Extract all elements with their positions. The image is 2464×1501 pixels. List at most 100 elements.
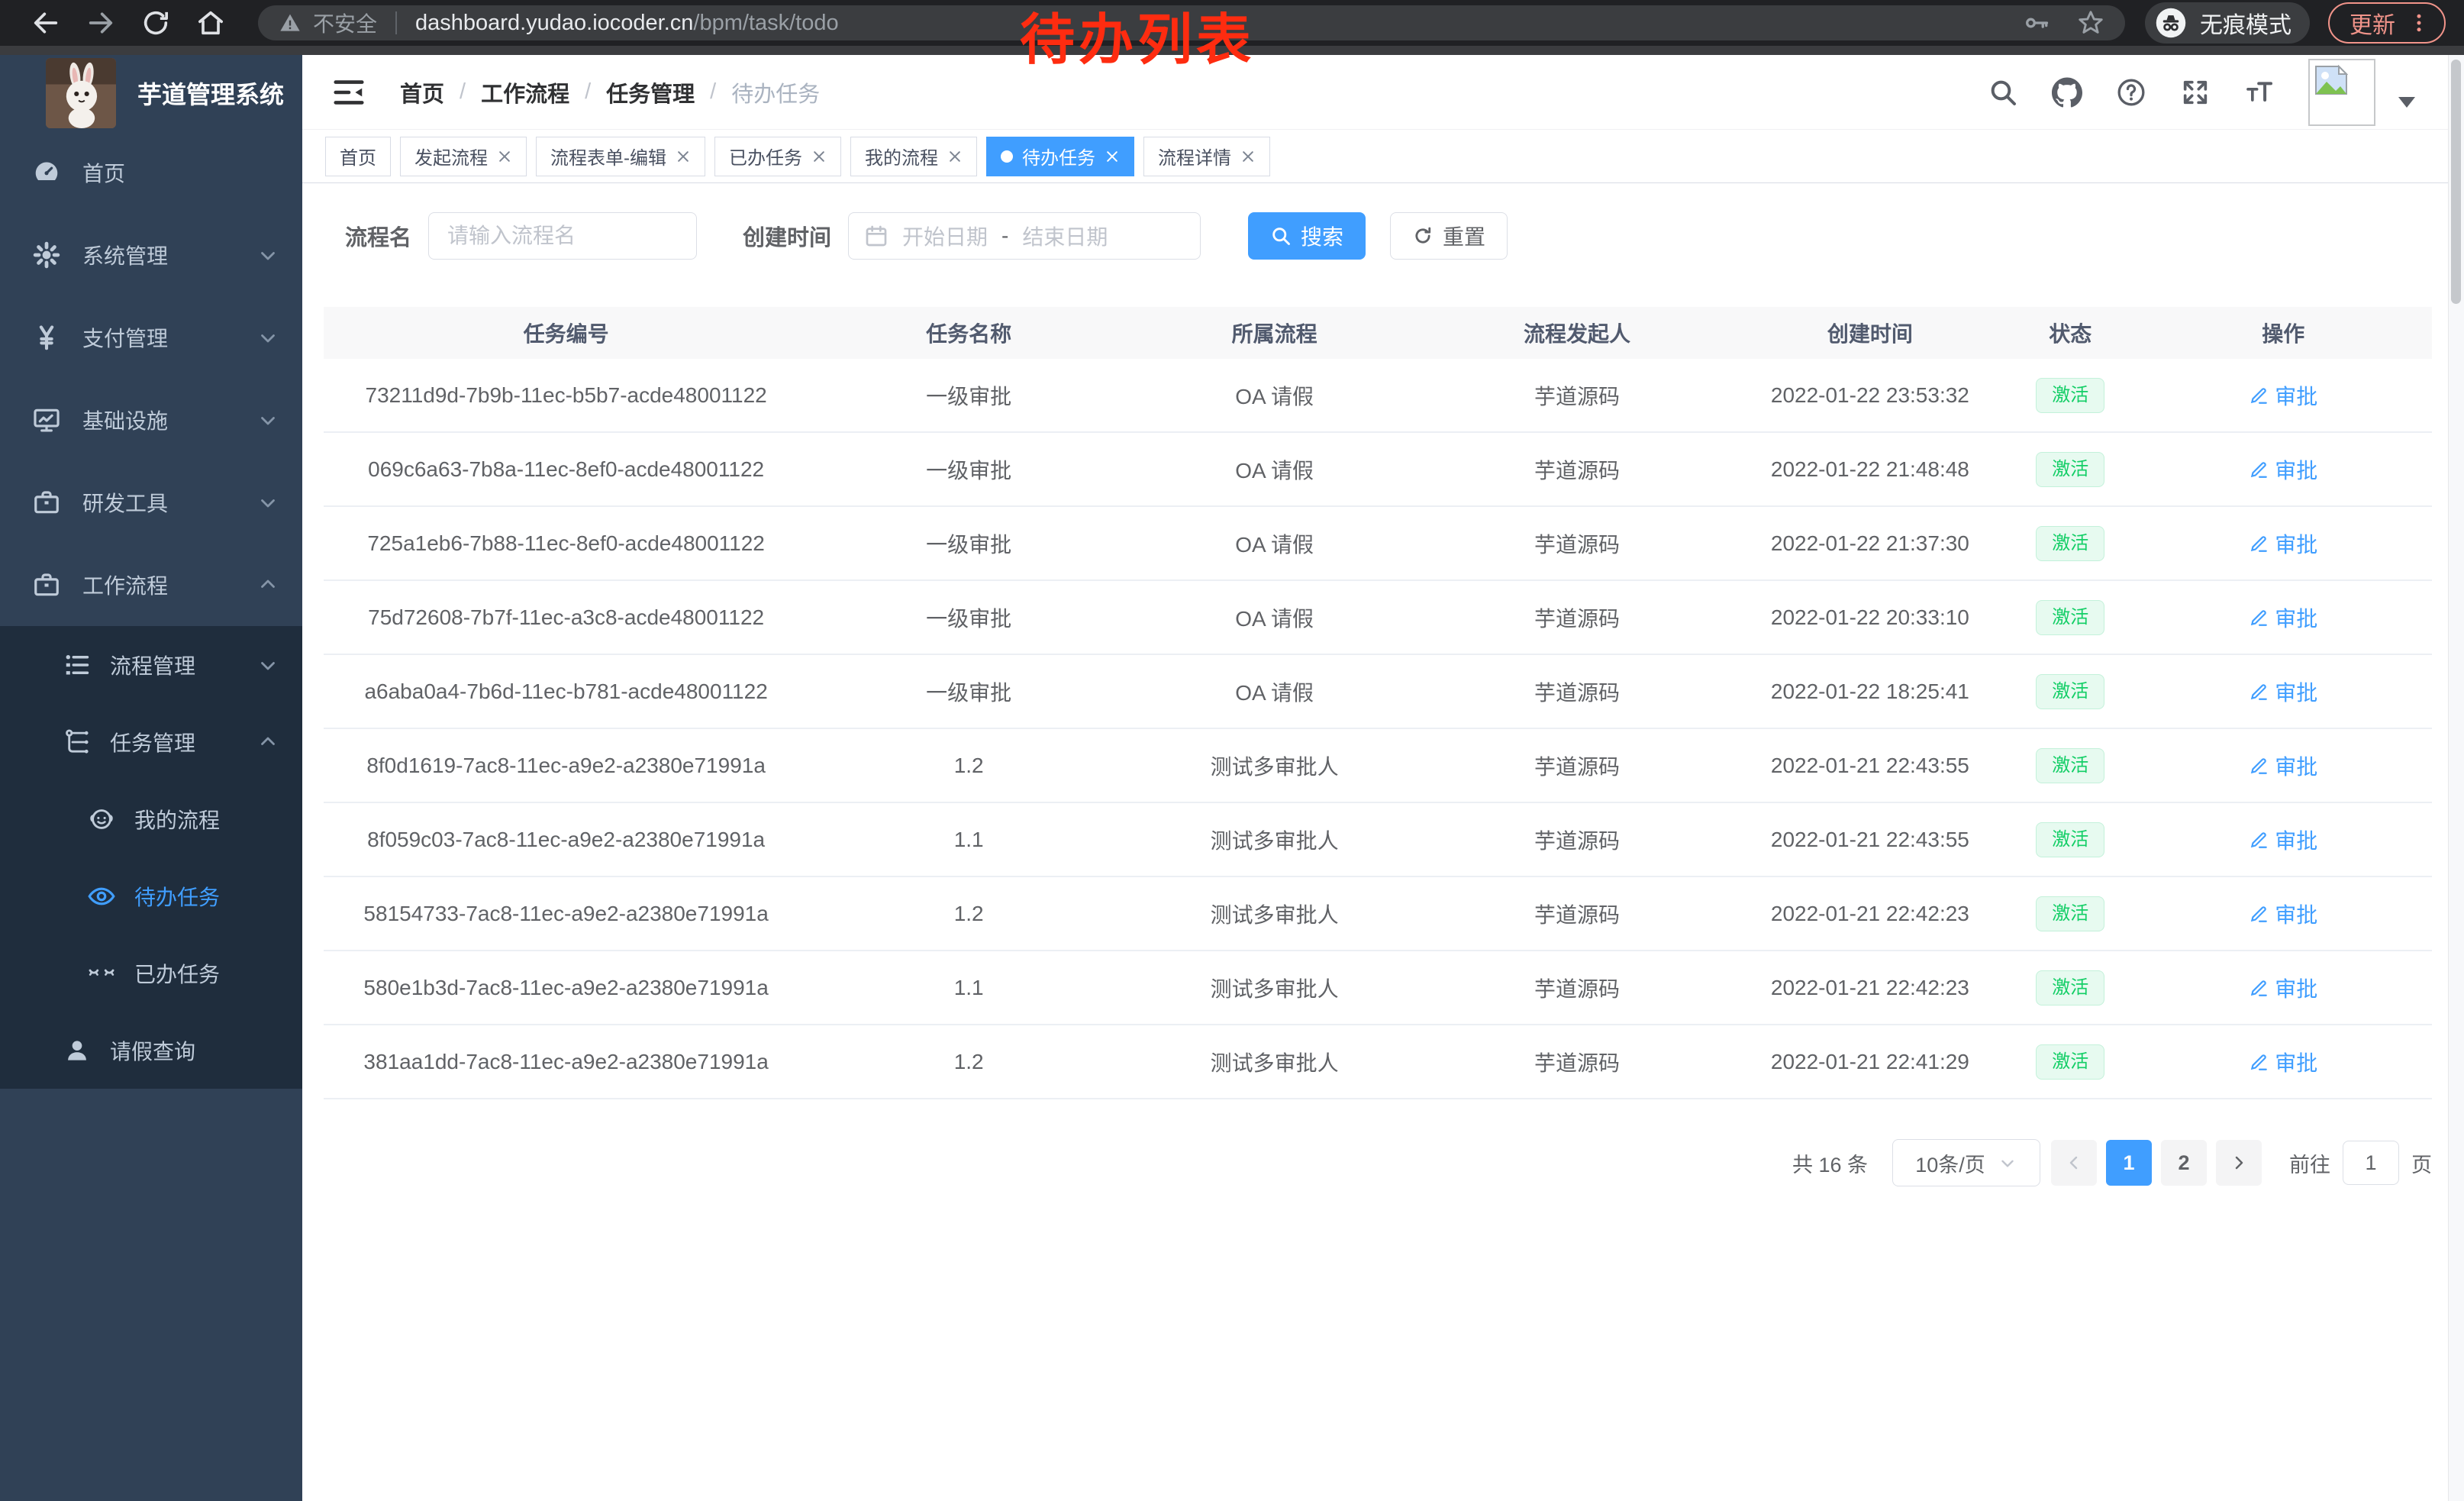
sidebar-item-process-mgmt[interactable]: 流程管理 — [0, 626, 302, 703]
task-name: 一级审批 — [808, 602, 1129, 633]
breadcrumb-item-task-mgmt[interactable]: 任务管理 — [606, 76, 695, 108]
approve-label: 审批 — [2275, 454, 2317, 485]
briefcase-icon — [32, 488, 61, 517]
close-icon[interactable] — [1240, 149, 1256, 164]
reset-button[interactable]: 重置 — [1390, 212, 1508, 260]
browser-menu-icon[interactable] — [2408, 11, 2430, 34]
tab-label: 待办任务 — [1022, 143, 1095, 169]
app-logo-row[interactable]: 芋道管理系统 — [0, 55, 302, 131]
task-starter: 芋道源码 — [1420, 380, 1734, 411]
sidebar-item-infra[interactable]: 基础设施 — [0, 379, 302, 461]
sidebar-item-payment[interactable]: 支付管理 — [0, 296, 302, 379]
chevron-up-icon — [256, 731, 279, 754]
table-row: 75d72608-7b7f-11ec-a3c8-acde48001122 一级审… — [324, 581, 2432, 655]
process-name-input[interactable] — [428, 212, 697, 260]
reload-icon[interactable] — [140, 8, 171, 38]
approve-label: 审批 — [2275, 528, 2317, 559]
task-id: 75d72608-7b7f-11ec-a3c8-acde48001122 — [324, 605, 808, 630]
page-scrollbar[interactable] — [2448, 55, 2464, 1501]
forward-icon[interactable] — [85, 8, 116, 38]
status-badge: 激活 — [2036, 822, 2104, 857]
help-icon[interactable] — [2116, 77, 2146, 108]
approve-link[interactable]: 审批 — [2249, 676, 2317, 707]
approve-link[interactable]: 审批 — [2249, 454, 2317, 485]
page-size-select[interactable]: 10条/页 — [1892, 1139, 2040, 1186]
task-name: 1.2 — [808, 902, 1129, 926]
fullscreen-icon[interactable] — [2180, 77, 2211, 108]
pen-icon — [2249, 386, 2269, 405]
sidebar-item-done-tasks[interactable]: 已办任务 — [0, 934, 302, 1012]
tab-process-detail[interactable]: 流程详情 — [1143, 137, 1270, 176]
avatar[interactable] — [2308, 59, 2375, 126]
approve-link[interactable]: 审批 — [2249, 825, 2317, 855]
avatar-dropdown-caret[interactable] — [2398, 97, 2415, 108]
sidebar-item-task-mgmt[interactable]: 任务管理 — [0, 703, 302, 780]
action-cell: 审批 — [2135, 899, 2432, 929]
eye-open-icon — [87, 882, 116, 911]
update-button[interactable]: 更新 — [2328, 2, 2446, 44]
status-badge: 激活 — [2036, 748, 2104, 783]
close-icon[interactable] — [811, 149, 827, 164]
sidebar-item-leave-query[interactable]: 请假查询 — [0, 1012, 302, 1089]
pen-icon — [2249, 830, 2269, 850]
close-icon[interactable] — [1105, 149, 1120, 164]
page-button-2[interactable]: 2 — [2161, 1140, 2207, 1186]
approve-link[interactable]: 审批 — [2249, 973, 2317, 1003]
approve-link[interactable]: 审批 — [2249, 602, 2317, 633]
approve-link[interactable]: 审批 — [2249, 899, 2317, 929]
sidebar-item-workflow[interactable]: 工作流程 — [0, 544, 302, 626]
sidebar-item-label: 首页 — [82, 157, 125, 188]
status-cell: 激活 — [2006, 1044, 2134, 1080]
next-page-button[interactable] — [2216, 1140, 2262, 1186]
search-button[interactable]: 搜索 — [1248, 212, 1366, 260]
start-date-placeholder[interactable]: 开始日期 — [902, 221, 988, 251]
jump-page-input[interactable] — [2343, 1141, 2399, 1185]
action-cell: 审批 — [2135, 750, 2432, 781]
sidebar-item-home[interactable]: 首页 — [0, 131, 302, 214]
task-starter: 芋道源码 — [1420, 454, 1734, 485]
sidebar-collapse-icon[interactable] — [331, 75, 366, 110]
incognito-icon — [2154, 6, 2188, 40]
sidebar-item-system[interactable]: 系统管理 — [0, 214, 302, 296]
approve-link[interactable]: 审批 — [2249, 528, 2317, 559]
top-navbar: 首页 / 工作流程 / 任务管理 / 待办任务 — [302, 55, 2464, 130]
approve-link[interactable]: 审批 — [2249, 750, 2317, 781]
sidebar-item-devtools[interactable]: 研发工具 — [0, 461, 302, 544]
navbar-actions — [1988, 59, 2435, 126]
bookmark-star-icon[interactable] — [2076, 8, 2105, 37]
breadcrumb-item-home[interactable]: 首页 — [400, 76, 444, 108]
breadcrumb-item-workflow[interactable]: 工作流程 — [481, 76, 569, 108]
pen-icon — [2249, 1052, 2269, 1072]
sidebar-item-todo-tasks[interactable]: 待办任务 — [0, 857, 302, 934]
font-size-icon[interactable] — [2244, 77, 2275, 108]
sidebar-item-my-process[interactable]: 我的流程 — [0, 780, 302, 857]
tree-icon — [63, 728, 92, 757]
approve-link[interactable]: 审批 — [2249, 380, 2317, 411]
end-date-placeholder[interactable]: 结束日期 — [1022, 221, 1108, 251]
password-key-icon[interactable] — [2023, 9, 2050, 37]
tab-start-process[interactable]: 发起流程 — [400, 137, 527, 176]
status-cell: 激活 — [2006, 970, 2134, 1006]
tab-done-tasks[interactable]: 已办任务 — [714, 137, 841, 176]
approve-link[interactable]: 审批 — [2249, 1047, 2317, 1077]
close-icon[interactable] — [497, 149, 512, 164]
jump-label: 前往 — [2289, 1148, 2330, 1178]
date-range-picker[interactable]: 开始日期 - 结束日期 — [848, 212, 1201, 260]
task-time: 2022-01-21 22:42:23 — [1734, 902, 2006, 926]
prev-page-button[interactable] — [2051, 1140, 2097, 1186]
tab-home[interactable]: 首页 — [325, 137, 391, 176]
tab-my-process[interactable]: 我的流程 — [850, 137, 977, 176]
home-icon[interactable] — [195, 8, 226, 38]
scrollbar-thumb[interactable] — [2451, 60, 2461, 304]
page-button-1[interactable]: 1 — [2106, 1140, 2152, 1186]
search-icon[interactable] — [1988, 77, 2018, 108]
github-icon[interactable] — [2052, 77, 2082, 108]
close-icon[interactable] — [676, 149, 691, 164]
tab-todo-tasks[interactable]: 待办任务 — [986, 137, 1134, 176]
back-icon[interactable] — [31, 8, 61, 38]
close-icon[interactable] — [947, 149, 963, 164]
breadcrumb-separator: / — [460, 79, 466, 105]
security-label[interactable]: 不安全 — [313, 8, 377, 38]
chevron-up-icon — [256, 573, 279, 596]
tab-form-edit[interactable]: 流程表单-编辑 — [536, 137, 705, 176]
